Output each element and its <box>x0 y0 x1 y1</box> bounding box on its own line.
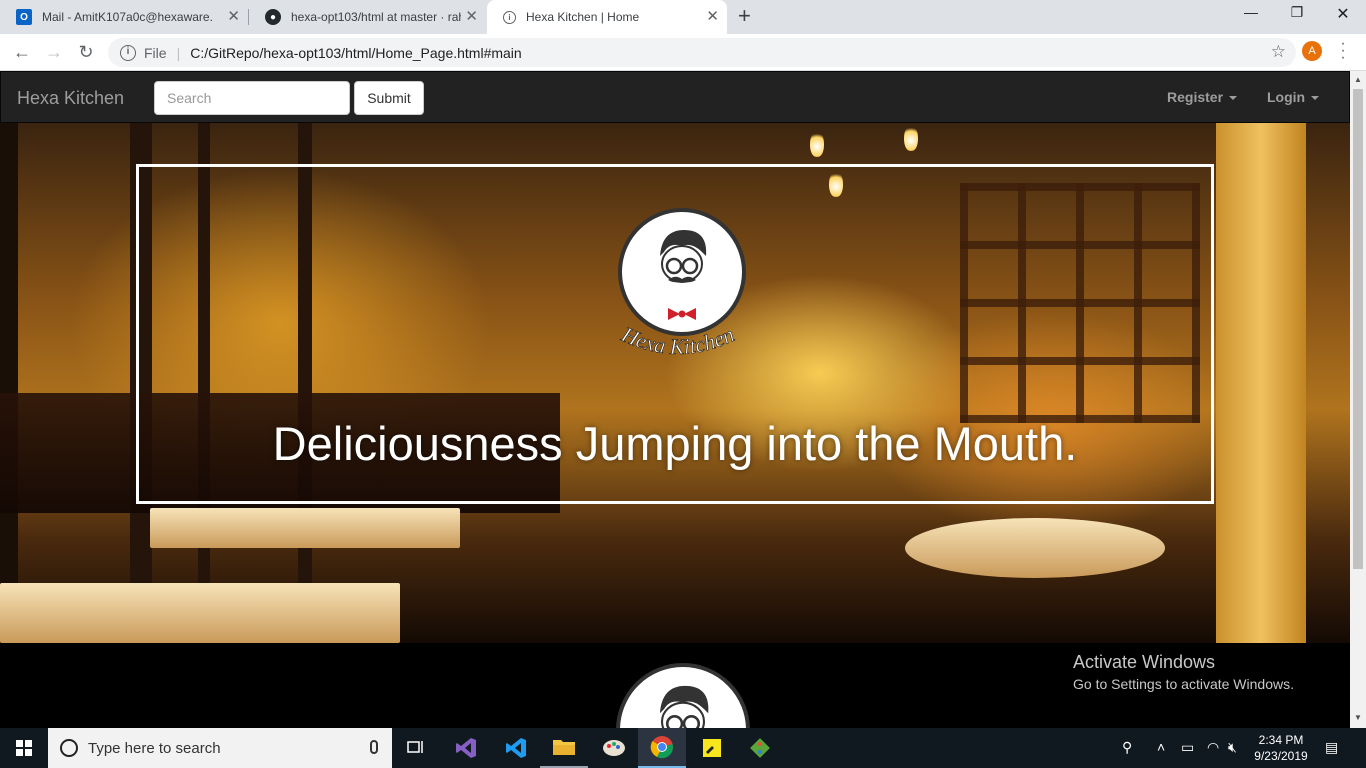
taskbar-search-box[interactable]: Type here to search <box>48 728 392 768</box>
chevron-up-icon[interactable]: ˄ <box>1157 739 1165 755</box>
register-label: Register <box>1167 89 1224 105</box>
notifications-icon[interactable]: ▤ <box>1325 739 1338 756</box>
taskbar-search-placeholder: Type here to search <box>88 739 221 757</box>
hero-tagline: Deliciousness Jumping into the Mouth. <box>272 417 1078 470</box>
git-icon[interactable] <box>736 728 784 768</box>
scroll-down-icon[interactable]: ▼ <box>1354 713 1362 722</box>
microphone-icon[interactable] <box>370 740 378 754</box>
login-dropdown[interactable]: Login <box>1267 89 1320 105</box>
table <box>0 583 400 643</box>
reload-icon[interactable]: ↻ <box>74 40 98 64</box>
page-viewport: Hexa Kitchen Submit Register Login <box>0 71 1350 728</box>
tab-mail[interactable]: O Mail - AmitK107a0c@hexaware.c ✕ <box>0 0 248 34</box>
address-bar[interactable]: i File | C:/GitRepo/hexa-opt103/html/Hom… <box>108 38 1296 67</box>
people-icon[interactable]: ⚲ <box>1122 739 1132 756</box>
profile-avatar[interactable]: A <box>1302 41 1322 61</box>
paint-icon[interactable] <box>590 728 638 768</box>
windows-logo-icon <box>16 740 32 756</box>
battery-icon[interactable]: ▭ <box>1181 739 1194 756</box>
login-label: Login <box>1267 89 1306 105</box>
table <box>905 518 1165 578</box>
windows-taskbar: Type here to search ⚲ ˄ ▭ ◠ 🔇︎ 2:34 PM 9… <box>0 728 1366 768</box>
close-icon[interactable]: ✕ <box>227 9 240 25</box>
activate-windows-watermark: Activate Windows Go to Settings to activ… <box>1073 652 1294 692</box>
submit-button[interactable]: Submit <box>354 81 424 115</box>
volume-muted-icon[interactable]: 🔇︎ <box>1228 739 1237 756</box>
back-arrow-icon[interactable]: ← <box>10 40 34 64</box>
browser-menu-icon[interactable]: · · · <box>1338 36 1348 66</box>
page-icon: i <box>503 10 516 24</box>
screen: O Mail - AmitK107a0c@hexaware.c ✕ ● hexa… <box>0 0 1366 768</box>
hero-banner: Hexa Kitchen Deliciousness Jumping into … <box>0 123 1350 643</box>
minimize-icon[interactable]: — <box>1228 4 1274 20</box>
wifi-icon[interactable]: ◠ <box>1207 739 1219 756</box>
window-frame <box>0 123 18 643</box>
url-text[interactable]: C:/GitRepo/hexa-opt103/html/Home_Page.ht… <box>190 45 522 61</box>
scroll-up-icon[interactable]: ▲ <box>1354 75 1362 84</box>
clock-time: 2:34 PM <box>1258 733 1304 747</box>
hanging-lamp <box>904 125 918 151</box>
github-icon: ● <box>265 9 281 25</box>
tab-hexa-kitchen[interactable]: i Hexa Kitchen | Home ✕ <box>487 0 727 34</box>
window-close-icon[interactable]: ✕ <box>1320 4 1366 24</box>
forward-arrow-icon[interactable]: → <box>42 40 66 64</box>
close-icon[interactable]: ✕ <box>706 9 719 25</box>
watermark-title: Activate Windows <box>1073 652 1216 672</box>
page-scrollbar[interactable]: ▲ ▼ <box>1350 71 1366 728</box>
cortana-icon <box>60 739 78 757</box>
clock-date: 9/23/2019 <box>1254 749 1308 763</box>
maximize-icon[interactable]: ❐ <box>1274 4 1320 21</box>
browser-tab-strip: O Mail - AmitK107a0c@hexaware.c ✕ ● hexa… <box>0 0 1366 34</box>
info-icon[interactable]: i <box>120 44 136 61</box>
chrome-icon[interactable] <box>638 728 686 768</box>
search-input[interactable] <box>154 81 350 115</box>
hexa-kitchen-logo <box>616 663 750 728</box>
caret-down-icon <box>1311 96 1320 101</box>
tab-title: Hexa Kitchen | Home <box>526 10 640 24</box>
start-button[interactable] <box>0 728 48 768</box>
address-divider: | <box>176 44 181 61</box>
outlook-icon: O <box>16 9 32 25</box>
logo-wordmark: Hexa Kitchen <box>617 321 738 360</box>
hanging-lamp <box>810 131 824 157</box>
svg-text:Hexa Kitchen: Hexa Kitchen <box>617 321 738 359</box>
browser-toolbar: ← → ↻ i File | C:/GitRepo/hexa-opt103/ht… <box>0 34 1366 71</box>
file-explorer-icon[interactable] <box>540 728 588 768</box>
watermark-subtitle: Go to Settings to activate Windows. <box>1073 676 1294 692</box>
scheme-label: File <box>144 44 167 61</box>
chef-face-icon <box>659 685 709 728</box>
task-view-icon[interactable] <box>392 728 440 768</box>
brand-link[interactable]: Hexa Kitchen <box>17 88 124 109</box>
tab-title: hexa-opt103/html at master · rah <box>291 10 461 24</box>
visual-studio-icon[interactable] <box>442 728 490 768</box>
site-navbar: Hexa Kitchen Submit Register Login <box>0 71 1350 123</box>
caret-down-icon <box>1229 96 1238 101</box>
bookmark-star-icon[interactable]: ☆ <box>1271 42 1286 62</box>
register-dropdown[interactable]: Register <box>1167 89 1238 105</box>
tab-title: Mail - AmitK107a0c@hexaware.c <box>42 10 212 24</box>
tab-github[interactable]: ● hexa-opt103/html at master · rah ✕ <box>249 0 486 34</box>
taskbar-clock[interactable]: 2:34 PM 9/23/2019 <box>1251 732 1311 764</box>
scroll-thumb[interactable] <box>1353 89 1363 569</box>
table <box>150 508 460 548</box>
close-icon[interactable]: ✕ <box>465 9 478 25</box>
vscode-icon[interactable] <box>492 728 540 768</box>
logo-text: Hexa Kitchen <box>617 321 738 360</box>
sticky-notes-icon[interactable] <box>688 728 736 768</box>
column <box>1216 123 1306 643</box>
new-tab-button[interactable]: + <box>738 5 751 27</box>
